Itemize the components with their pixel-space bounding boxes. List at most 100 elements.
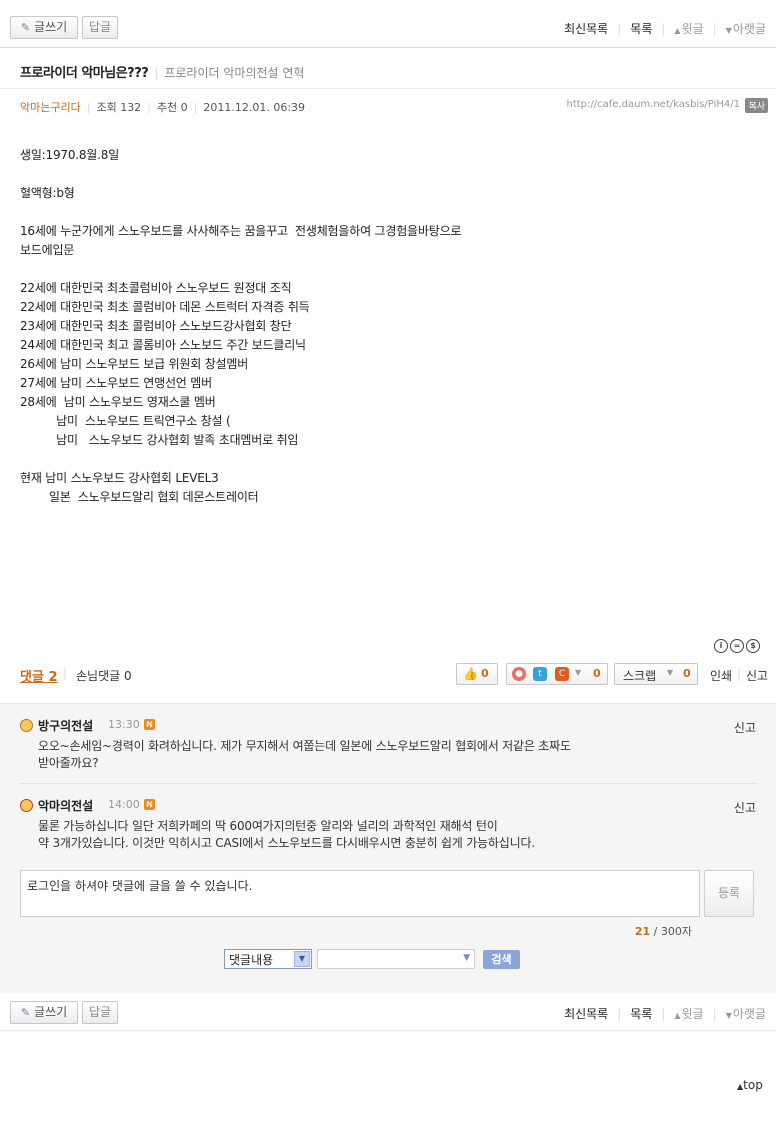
prev-post-link[interactable]: ▲윗글 xyxy=(674,22,703,36)
post-body-line: 22세에 대한민국 최초콜럼비아 스노우보드 원정대 조직 xyxy=(20,281,292,295)
post-title: 프로라이더 악마님은??? xyxy=(20,66,149,81)
chevron-down-icon: ▼ xyxy=(463,953,470,963)
comment-text: 오오~손세임~경력이 화려하십니다. 제가 무지해서 여쭙는데 일본에 스노우보… xyxy=(38,739,571,770)
comment-area: 방구의전설 13:30 N 신고 오오~손세임~경력이 화려하십니다. 제가 무… xyxy=(0,703,776,993)
view-count: 조회 132 xyxy=(96,101,142,114)
post-body-line: 16세에 누군가에게 스노우보드를 사사해주는 꿈을꾸고 전생체험을하여 그경험… xyxy=(20,224,462,238)
next-post-link[interactable]: ▼아랫글 xyxy=(726,22,766,36)
list-link[interactable]: 목록 xyxy=(630,1007,652,1021)
new-badge-icon: N xyxy=(144,719,155,730)
post-body: 생일:1970.8월.8일혈액형:b형 16세에 누군가에게 스노우보드를 사사해… xyxy=(20,146,750,507)
nav-links: 최신목록 | 목록 | ▲윗글 | ▼아랫글 xyxy=(564,1007,766,1021)
triangle-up-icon: ▲ xyxy=(674,1011,681,1020)
divider xyxy=(0,47,776,48)
post-body-line xyxy=(20,203,750,222)
back-to-top-link[interactable]: ▲top xyxy=(737,1078,763,1092)
next-post-link[interactable]: ▼아랫글 xyxy=(726,1007,766,1021)
write-button[interactable]: ✎ 글쓰기 xyxy=(10,1001,78,1024)
scrap-button[interactable]: 스크랩 ▼ 0 xyxy=(614,663,698,685)
cc-noncommercial-icon: $ xyxy=(746,639,760,653)
post-date: 2011.12.01. 06:39 xyxy=(203,101,306,114)
avatar-icon xyxy=(20,719,33,732)
divider xyxy=(20,783,758,784)
cc-noderivs-icon: = xyxy=(730,639,744,653)
scrap-label: 스크랩 xyxy=(623,669,657,683)
comment-submit-button[interactable]: 등록 xyxy=(704,870,754,917)
post-url[interactable]: http://cafe.daum.net/kasbis/PiH4/1 xyxy=(567,99,741,110)
cc-attribution-icon: i xyxy=(714,639,728,653)
latest-list-link[interactable]: 최신목록 xyxy=(564,22,608,36)
post-body-line xyxy=(20,165,750,184)
bottom-toolbar: ✎ 글쓰기 답글 최신목록 | 목록 | ▲윗글 | ▼아랫글 xyxy=(0,997,776,1029)
chevron-down-icon: ▼ xyxy=(294,951,310,967)
reply-button[interactable]: 답글 xyxy=(82,1001,118,1024)
like-button[interactable]: 👍 0 xyxy=(456,663,498,685)
triangle-up-icon: ▲ xyxy=(674,26,681,35)
author-name[interactable]: 악마는구리다 xyxy=(20,101,81,114)
post-body-line: 남미 스노우보드 강사협회 발족 초대멤버로 취임 xyxy=(20,433,299,447)
reply-button[interactable]: 답글 xyxy=(82,16,118,39)
top-toolbar: ✎ 글쓰기 답글 최신목록 | 목록 | ▲윗글 | ▼아랫글 xyxy=(0,12,776,44)
write-label: 글쓰기 xyxy=(34,20,68,34)
twitter-icon[interactable]: t xyxy=(533,667,547,681)
yozm-icon[interactable]: ● xyxy=(512,667,526,681)
comment-char-count: 21 / 300자 xyxy=(634,925,692,938)
post-body-line: 23세에 대한민국 최초 콜럼비아 스노보드강사협회 창단 xyxy=(20,319,292,333)
copy-url-button[interactable]: 복사 xyxy=(745,98,768,113)
post-body-line: 남미 스노우보드 트릭연구소 창설 ( xyxy=(20,414,231,428)
write-label: 글쓰기 xyxy=(34,1005,68,1019)
thumbs-up-icon: 👍 xyxy=(463,667,478,681)
nav-links: 최신목록 | 목록 | ▲윗글 | ▼아랫글 xyxy=(564,22,766,36)
list-link[interactable]: 목록 xyxy=(630,22,652,36)
post-body-line: 27세에 남미 스노우보드 연맹선언 멤버 xyxy=(20,376,212,390)
search-input[interactable]: ▼ xyxy=(317,949,475,969)
post-body-line: 26세에 남미 스노우보드 보급 위원회 창설멤버 xyxy=(20,357,249,371)
post-body-line: 일본 스노우보드알리 협회 데몬스트레이터 xyxy=(20,490,259,504)
like-count: 0 xyxy=(481,667,489,680)
pencil-icon: ✎ xyxy=(20,1006,31,1019)
print-link[interactable]: 인쇄 xyxy=(710,667,732,684)
post-body-line: 22세에 대한민국 최초 콜럼비아 데몬 스트럭터 자격증 취득 xyxy=(20,300,310,314)
share-group: ● t C ▼ 0 xyxy=(506,663,608,685)
recommend-count: 추천 0 xyxy=(156,101,188,114)
license-icons: i = $ xyxy=(714,637,762,653)
comment-time: 14:00 xyxy=(108,798,140,811)
post-body-line: 보드에입문 xyxy=(20,243,75,257)
avatar-icon xyxy=(20,799,33,812)
comment-text: 물론 가능하십니다 일단 저희카페의 딱 600여가지의턴중 알리와 널리의 과… xyxy=(38,819,535,850)
search-type-select[interactable]: 댓글내용 ▼ xyxy=(224,949,312,969)
triangle-down-icon: ▼ xyxy=(725,1011,732,1020)
new-badge-icon: N xyxy=(144,799,155,810)
comment-count-link[interactable]: 댓글 2 xyxy=(20,666,58,685)
report-link[interactable]: 신고 xyxy=(746,667,768,684)
post-title-row: 프로라이더 악마님은??? | 프로라이더 악마의전설 연혁 xyxy=(20,66,305,81)
board-name[interactable]: 프로라이더 악마의전설 연혁 xyxy=(164,66,304,80)
prev-post-link[interactable]: ▲윗글 xyxy=(674,1007,703,1021)
guest-comment-count[interactable]: 손님댓글 0 xyxy=(76,667,132,684)
post-meta: 악마는구리다 | 조회 132 | 추천 0 | 2011.12.01. 06:39 htt… xyxy=(20,98,768,115)
pencil-icon: ✎ xyxy=(20,21,31,34)
divider xyxy=(0,88,776,89)
comment-action-bar: 댓글 2 | 손님댓글 0 👍 0 ● t C ▼ 0 스크랩 ▼ 0 인쇄 |… xyxy=(0,660,776,690)
share-count: 0 xyxy=(593,667,601,680)
latest-list-link[interactable]: 최신목록 xyxy=(564,1007,608,1021)
chevron-down-icon[interactable]: ▼ xyxy=(667,668,673,677)
comment-time: 13:30 xyxy=(108,718,140,731)
post-body-line: 24세에 대한민국 최고 콜롬비아 스노보드 주간 보드클리닉 xyxy=(20,338,306,352)
post-body-line: 생일:1970.8월.8일 xyxy=(20,148,120,162)
post-body-line xyxy=(20,450,750,469)
scrap-count: 0 xyxy=(683,667,691,680)
post-body-line: 혈액형:b형 xyxy=(20,186,75,200)
comment-author[interactable]: 방구의전설 xyxy=(38,717,93,734)
comment-report-link[interactable]: 신고 xyxy=(734,799,756,816)
write-button[interactable]: ✎ 글쓰기 xyxy=(10,16,78,39)
search-button[interactable]: 검색 xyxy=(483,950,520,969)
clog-icon[interactable]: C xyxy=(555,667,569,681)
post-body-line: 28세에 남미 스노우보드 영재스쿨 멤버 xyxy=(20,395,216,409)
post-body-line: 현재 남미 스노우보드 강사협회 LEVEL3 xyxy=(20,471,219,485)
comment-report-link[interactable]: 신고 xyxy=(734,719,756,736)
share-more-icon[interactable]: ▼ xyxy=(575,668,581,677)
comment-input[interactable]: 로그인을 하셔야 댓글에 글을 쓸 수 있습니다. xyxy=(20,870,700,917)
comment-author[interactable]: 악마의전설 xyxy=(38,797,93,814)
triangle-down-icon: ▼ xyxy=(725,26,732,35)
